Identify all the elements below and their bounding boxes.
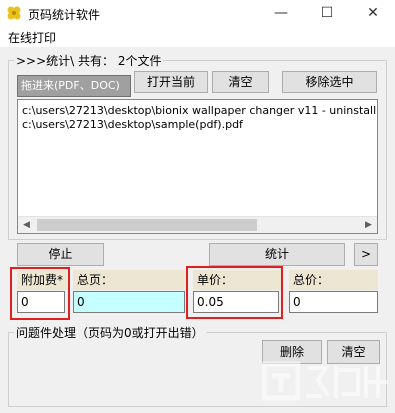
remove-selected-button[interactable]: 移除选中 (282, 71, 377, 93)
menu-item-online-print[interactable]: 在线打印 (8, 29, 56, 46)
scroll-left-icon[interactable]: ◀ (18, 217, 35, 233)
title-bar: 页码统计软件 — ☐ ✕ (0, 0, 395, 27)
file-count-caption: >>>统计\ 共有： 2个文件 (14, 52, 164, 69)
file-list[interactable]: c:\users\27213\desktop\bionix wallpaper … (17, 99, 378, 234)
scroll-thumb[interactable] (37, 219, 257, 231)
total-pages-input[interactable]: 0 (73, 291, 185, 313)
menu-bar: 在线打印 (0, 27, 395, 47)
open-current-button[interactable]: 打开当前 (134, 71, 208, 93)
stop-button[interactable]: 停止 (17, 243, 104, 266)
total-price-label: 总价： (289, 270, 378, 290)
horizontal-scrollbar[interactable]: ◀ ▶ (18, 216, 377, 233)
total-price-input[interactable]: 0 (289, 291, 378, 313)
list-item[interactable]: c:\users\27213\desktop\bionix wallpaper … (22, 104, 377, 117)
total-pages-label: 总页： (73, 270, 185, 290)
window-title: 页码统计软件 (28, 8, 101, 22)
unit-price-highlight (186, 266, 283, 319)
clover-icon (7, 6, 21, 20)
brand-watermark (262, 361, 388, 401)
more-button[interactable]: > (354, 243, 378, 266)
clear-list-button[interactable]: 清空 (212, 71, 269, 93)
list-item[interactable]: c:\users\27213\desktop\sample(pdf).pdf (22, 118, 243, 131)
close-button[interactable]: ✕ (350, 0, 395, 27)
maximize-button[interactable]: ☐ (304, 0, 350, 27)
drag-in-button[interactable]: 拖进来(PDF、DOC) (17, 75, 131, 97)
count-button[interactable]: 统计 (209, 243, 345, 266)
scroll-right-icon[interactable]: ▶ (360, 217, 377, 233)
minimize-button[interactable]: — (258, 0, 304, 27)
problem-files-caption: 问题件处理（页码为0或打开出错） (14, 324, 206, 341)
surcharge-highlight (10, 267, 70, 320)
